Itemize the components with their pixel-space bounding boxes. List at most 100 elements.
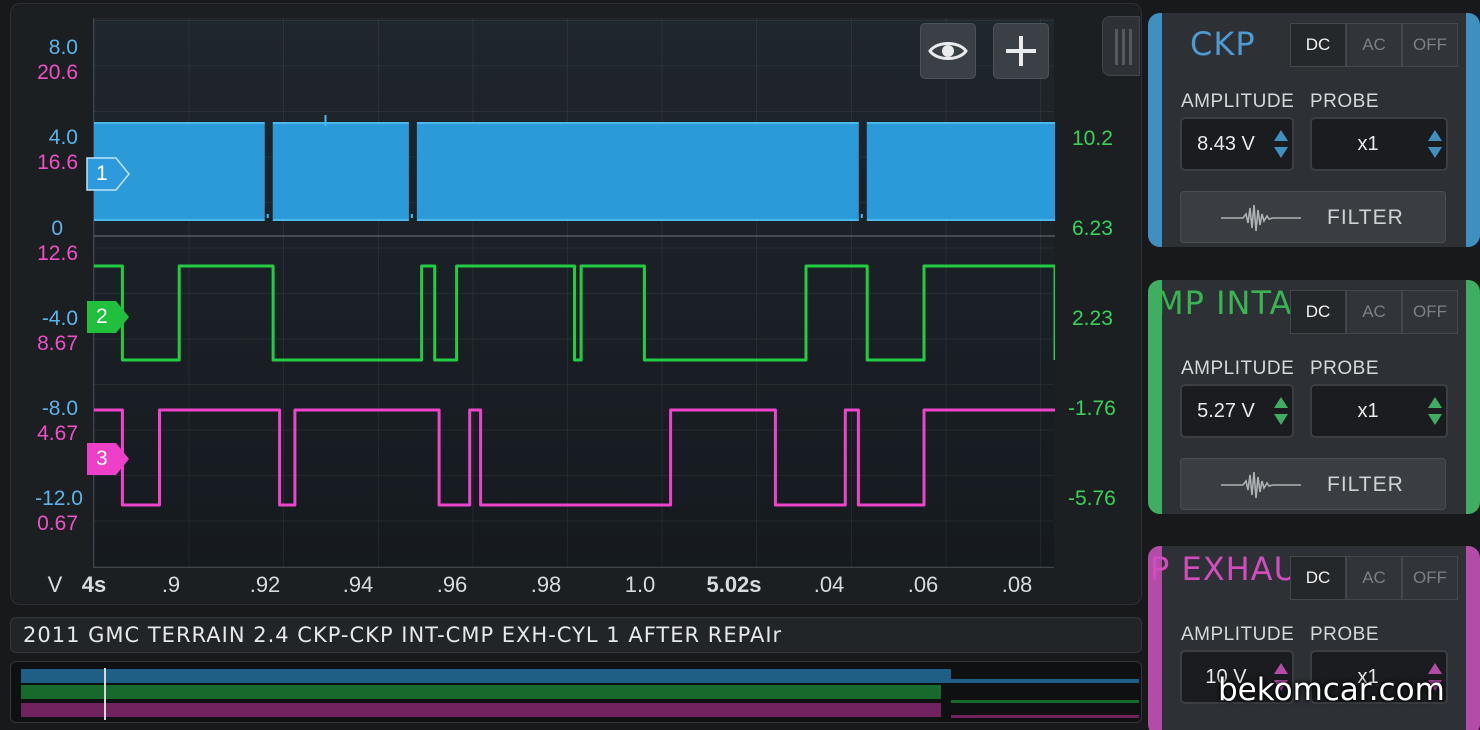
probe-field[interactable]: x1	[1310, 117, 1448, 171]
waveform-filter-icon	[1221, 471, 1301, 499]
capture-title-bar[interactable]: 2011 GMC TERRAIN 2.4 CKP-CKP INT-CMP EXH…	[10, 617, 1142, 653]
capture-title: 2011 GMC TERRAIN 2.4 CKP-CKP INT-CMP EXH…	[23, 623, 783, 647]
probe-label: PROBE	[1310, 624, 1380, 645]
probe-value: x1	[1357, 133, 1379, 155]
coupling-mode-group: DC AC OFF	[1290, 556, 1458, 600]
panel-accent-stripe	[1466, 13, 1480, 247]
amplitude-label: AMPLITUDE	[1181, 624, 1295, 645]
marker-label: 3	[96, 447, 108, 470]
mode-dc-button[interactable]: DC	[1290, 23, 1346, 67]
time-label: .92	[249, 572, 281, 597]
marker-tag-shape	[86, 157, 130, 191]
left-axis-label: 8.67	[37, 332, 78, 355]
filter-button[interactable]: FILTER	[1180, 191, 1446, 243]
channel-panel-1: CKP DC AC OFF AMPLITUDE PROBE 8.43 V x1 …	[1148, 13, 1480, 247]
left-axis-label: 8.0	[48, 36, 78, 59]
watermark: bekomcar.com	[1218, 672, 1445, 708]
channel-1-marker[interactable]: 1	[86, 157, 130, 191]
coupling-mode-group: DC AC OFF	[1290, 290, 1458, 334]
amplitude-field[interactable]: 8.43 V	[1180, 117, 1294, 171]
stepper-arrows-icon[interactable]	[1272, 392, 1290, 430]
mode-ac-button[interactable]: AC	[1346, 23, 1402, 67]
mode-off-button[interactable]: OFF	[1402, 556, 1458, 600]
time-label: .94	[342, 572, 374, 597]
mode-ac-button[interactable]: AC	[1346, 556, 1402, 600]
time-label: 4s	[81, 572, 107, 597]
mode-off-button[interactable]: OFF	[1402, 23, 1458, 67]
channel-name: CKP	[1190, 25, 1256, 63]
time-label: 5.02s	[706, 572, 762, 597]
left-axis-label: 0.67	[37, 512, 78, 535]
waveform-filter-icon	[1221, 204, 1301, 232]
stepper-arrows-icon[interactable]	[1426, 125, 1444, 163]
ch3-trace	[94, 408, 1055, 507]
ch3-square-wave	[94, 408, 1055, 507]
right-axis-label: 10.2	[1072, 127, 1113, 150]
plus-icon	[1006, 36, 1036, 66]
probe-label: PROBE	[1310, 91, 1380, 112]
ch2-square-wave	[94, 264, 1055, 362]
overview-band-ch2-tail	[951, 700, 1139, 703]
stepper-arrows-icon[interactable]	[1426, 392, 1444, 430]
right-axis-label: 6.23	[1072, 217, 1113, 240]
ch1-signal-band	[866, 124, 1055, 219]
waveform-plot[interactable]	[93, 18, 1055, 568]
add-button[interactable]	[993, 23, 1049, 79]
mode-ac-button[interactable]: AC	[1346, 290, 1402, 334]
time-label: .9	[161, 572, 181, 597]
time-label: .08	[1001, 572, 1033, 597]
left-axis-label: 4.0	[48, 126, 78, 149]
panel-accent-stripe	[1466, 280, 1480, 514]
panel-body: CKP DC AC OFF AMPLITUDE PROBE 8.43 V x1 …	[1162, 13, 1466, 247]
ch1-signal-band	[416, 124, 859, 219]
channel-2-marker[interactable]: 2	[86, 300, 130, 334]
panel-drawer-handle[interactable]	[1102, 16, 1140, 76]
left-axis-label: -8.0	[41, 397, 78, 420]
overview-scrollbar[interactable]	[10, 661, 1142, 723]
mode-dc-button[interactable]: DC	[1290, 556, 1346, 600]
probe-field[interactable]: x1	[1310, 384, 1448, 438]
channel-3-marker[interactable]: 3	[86, 442, 130, 476]
amplitude-value: 5.27 V	[1197, 400, 1255, 422]
overview-band-ch3-tail	[951, 715, 1139, 718]
filter-button[interactable]: FILTER	[1180, 458, 1446, 510]
left-axis-label: 4.67	[37, 422, 78, 445]
amplitude-field[interactable]: 5.27 V	[1180, 384, 1294, 438]
handle-grip-line	[1115, 29, 1118, 65]
eye-icon	[928, 42, 968, 60]
time-label: .04	[813, 572, 845, 597]
overview-band-ch1	[21, 669, 951, 683]
channel-panel-2: MP INTAKE DC AC OFF AMPLITUDE PROBE 5.27…	[1148, 280, 1480, 514]
overview-band-ch2	[21, 685, 941, 699]
overview-cursor[interactable]	[104, 668, 106, 720]
stepper-arrows-icon[interactable]	[1272, 125, 1290, 163]
overview-band-ch3	[21, 703, 941, 717]
mode-dc-button[interactable]: DC	[1290, 290, 1346, 334]
probe-label: PROBE	[1310, 358, 1380, 379]
left-axis-label: 12.6	[37, 242, 78, 265]
marker-tag-shape	[87, 301, 129, 333]
amplitude-label: AMPLITUDE	[1181, 358, 1295, 379]
coupling-mode-group: DC AC OFF	[1290, 23, 1458, 67]
mode-off-button[interactable]: OFF	[1402, 290, 1458, 334]
overview-band-ch1-tail	[951, 679, 1139, 683]
ch1-signal-band	[272, 124, 409, 219]
handle-grip-line	[1122, 29, 1125, 65]
trace-canvas	[94, 115, 1055, 507]
unit-label: V	[47, 572, 63, 597]
right-axis-label: 2.23	[1072, 307, 1113, 330]
left-axis-label: 0	[51, 217, 63, 240]
time-label: 1.0	[624, 572, 656, 597]
left-axis-label: 20.6	[37, 61, 78, 84]
panel-accent-stripe	[1148, 13, 1162, 247]
panel-accent-stripe	[1466, 546, 1480, 730]
right-axis-label: -5.76	[1068, 487, 1116, 510]
left-axis-label: -4.0	[41, 307, 78, 330]
filter-label: FILTER	[1327, 473, 1404, 496]
time-label: .98	[530, 572, 562, 597]
handle-grip-line	[1129, 29, 1132, 65]
visibility-button[interactable]	[920, 23, 976, 79]
marker-tag-shape	[87, 443, 129, 475]
left-axis-label: -12.0	[35, 487, 83, 510]
marker-label: 1	[96, 162, 108, 185]
